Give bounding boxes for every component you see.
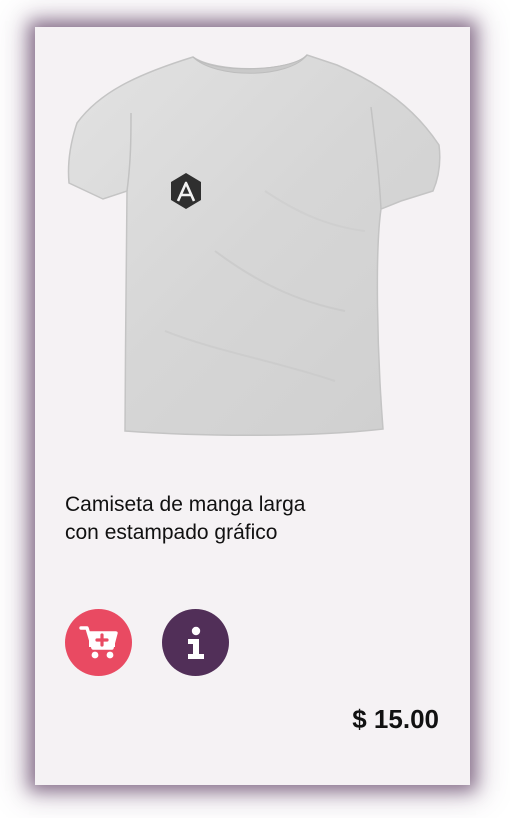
info-icon [184, 626, 208, 660]
cart-plus-icon [78, 625, 119, 661]
product-price: $ 15.00 [352, 704, 439, 734]
product-card: Camiseta de manga larga con estampado gr… [35, 27, 470, 785]
add-to-cart-button[interactable] [65, 609, 132, 676]
product-image[interactable] [65, 51, 445, 439]
info-button[interactable] [162, 609, 229, 676]
product-name: Camiseta de manga larga con estampado gr… [65, 493, 306, 544]
